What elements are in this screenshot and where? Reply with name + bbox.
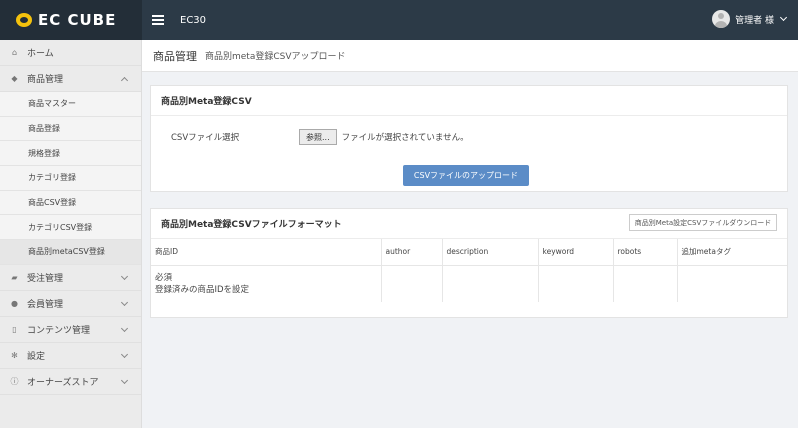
tag-icon: ◆ — [11, 74, 18, 83]
format-table: 商品ID author description keyword robots 追… — [151, 239, 787, 302]
chevron-down-icon — [779, 13, 788, 22]
shop-name[interactable]: EC30 — [180, 15, 206, 26]
table-header-row: 商品ID author description keyword robots 追… — [151, 239, 787, 266]
table-cell-product-id: 必須 登録済みの商品IDを設定 — [151, 265, 382, 302]
table-cell — [613, 265, 678, 302]
sidebar-item-customers[interactable]: ● 会員管理 — [0, 291, 141, 317]
sidebar: ⌂ ホーム ◆ 商品管理 商品マスター 商品登録 規格登録 カテゴリ登録 商品C… — [0, 40, 142, 428]
sidebar-subitem-product-register[interactable]: 商品登録 — [0, 116, 141, 142]
chevron-down-icon — [120, 272, 129, 280]
csv-file-label: CSVファイル選択 — [171, 133, 240, 143]
page-header: 商品管理 商品別meta登録CSVアップロード — [142, 40, 798, 72]
sidebar-item-settings[interactable]: ✻ 設定 — [0, 343, 141, 369]
table-cell — [677, 265, 787, 302]
required-description: 登録済みの商品IDを設定 — [155, 284, 250, 295]
sidebar-item-home[interactable]: ⌂ ホーム — [0, 40, 141, 66]
sidebar-item-orders[interactable]: ▰ 受注管理 — [0, 265, 141, 291]
info-icon: ⓘ — [10, 376, 19, 386]
upload-panel-title: 商品別Meta登録CSV — [151, 86, 787, 116]
sidebar-subitem-product-csv[interactable]: 商品CSV登録 — [0, 190, 141, 216]
chevron-down-icon — [120, 376, 129, 384]
top-header: EC CUBE EC30 管理者 様 — [0, 0, 798, 40]
sidebar-item-label: 設定 — [27, 351, 46, 362]
sidebar-subitem-category-csv[interactable]: カテゴリCSV登録 — [0, 215, 141, 241]
user-name: 管理者 様 — [735, 15, 774, 26]
sidebar-subitem-product-master[interactable]: 商品マスター — [0, 92, 141, 117]
logo-text: EC CUBE — [38, 11, 117, 29]
download-csv-button[interactable]: 商品別Meta設定CSVファイルダウンロード — [629, 214, 777, 231]
user-menu[interactable]: 管理者 様 — [712, 10, 788, 28]
logo[interactable]: EC CUBE — [0, 0, 142, 40]
column-header: keyword — [538, 239, 614, 266]
sidebar-item-owners-store[interactable]: ⓘ オーナーズストア — [0, 369, 141, 395]
file-icon: ▯ — [12, 324, 17, 334]
sidebar-item-label: 会員管理 — [27, 299, 64, 310]
gear-icon: ✻ — [11, 350, 18, 360]
chevron-down-icon — [120, 350, 129, 358]
users-icon: ● — [11, 298, 18, 308]
home-icon: ⌂ — [11, 48, 18, 57]
sidebar-item-label: オーナーズストア — [27, 377, 99, 388]
sidebar-subitem-product-meta-csv[interactable]: 商品別metaCSV登録 — [0, 240, 141, 265]
upload-csv-button[interactable]: CSVファイルのアップロード — [403, 165, 529, 186]
sidebar-item-contents[interactable]: ▯ コンテンツ管理 — [0, 317, 141, 343]
chevron-down-icon — [120, 324, 129, 332]
required-label: 必須 — [155, 272, 173, 283]
table-row: 必須 登録済みの商品IDを設定 — [151, 265, 787, 302]
main-content: 商品管理 商品別meta登録CSVアップロード 商品別Meta登録CSV CSV… — [142, 40, 798, 428]
sidebar-item-label: ホーム — [27, 49, 54, 59]
sidebar-subitem-class-register[interactable]: 規格登録 — [0, 141, 141, 167]
column-header: robots — [613, 239, 678, 266]
avatar — [712, 10, 731, 28]
csv-file-row: CSVファイル選択 参照... ファイルが選択されていません。 — [171, 129, 469, 145]
format-panel: 商品別Meta登録CSVファイルフォーマット 商品別Meta設定CSVファイルダ… — [150, 208, 788, 318]
chevron-down-icon — [120, 298, 129, 306]
page-title: 商品管理 — [153, 49, 197, 63]
browse-button[interactable]: 参照... — [299, 129, 337, 145]
column-header: description — [442, 239, 539, 266]
sidebar-item-label: 受注管理 — [27, 273, 64, 284]
logo-mark-icon — [14, 13, 34, 27]
column-header: author — [381, 239, 443, 266]
table-cell — [538, 265, 614, 302]
sidebar-item-products[interactable]: ◆ 商品管理 — [0, 66, 141, 92]
table-cell — [381, 265, 443, 302]
menu-toggle-icon[interactable] — [152, 15, 164, 25]
chevron-up-icon — [120, 76, 129, 85]
cart-icon: ▰ — [11, 272, 18, 282]
no-file-text: ファイルが選択されていません。 — [341, 133, 469, 143]
upload-panel: 商品別Meta登録CSV CSVファイル選択 参照... ファイルが選択されてい… — [150, 85, 788, 192]
sidebar-item-label: 商品管理 — [27, 75, 64, 85]
table-cell — [442, 265, 539, 302]
column-header: 追加metaタグ — [677, 239, 787, 266]
sidebar-subitem-category-register[interactable]: カテゴリ登録 — [0, 166, 141, 191]
page-subtitle: 商品別meta登録CSVアップロード — [205, 52, 346, 62]
sidebar-item-label: コンテンツ管理 — [27, 325, 91, 336]
column-header: 商品ID — [151, 239, 382, 266]
